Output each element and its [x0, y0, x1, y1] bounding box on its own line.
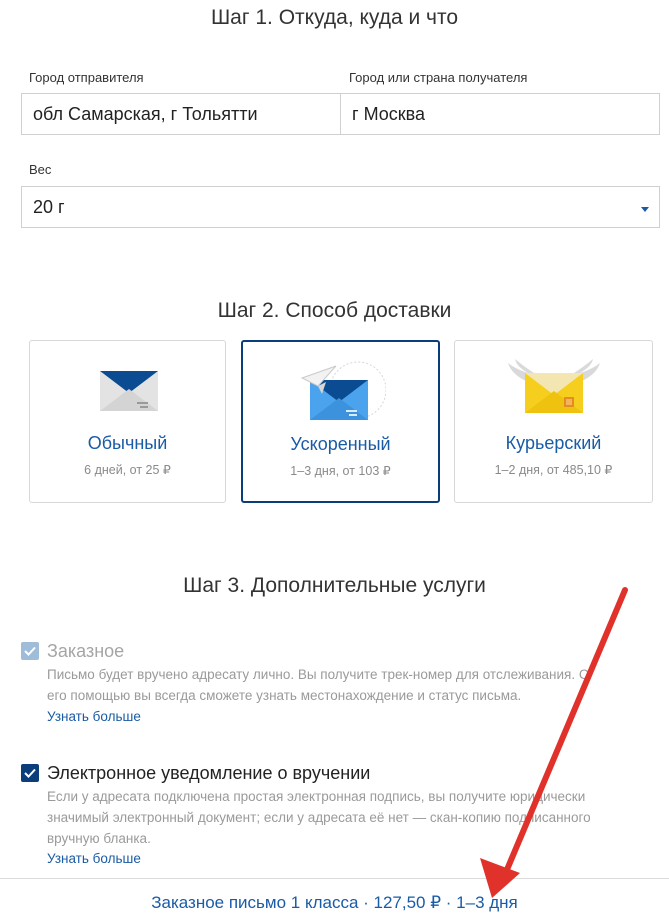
registered-checkbox[interactable] — [21, 642, 39, 660]
step1-title: Шаг 1. Откуда, куда и что — [210, 6, 459, 29]
order-summary: Заказное письмо 1 класса · 127,50 ₽ · 1–… — [151, 893, 518, 912]
delivery-option-courier[interactable]: Курьерский 1–2 дня, от 485,10 ₽ — [454, 340, 653, 503]
step2-title: Шаг 2. Способ доставки — [217, 299, 452, 322]
e-notification-description: Если у адресата подключена простая элект… — [47, 786, 662, 849]
weight-select[interactable]: 20 г — [21, 186, 660, 228]
sender-city-label: Город отправителя — [29, 70, 144, 85]
registered-description: Письмо будет вручено адресату лично. Вы … — [47, 664, 657, 706]
chevron-down-icon — [641, 207, 649, 212]
e-notification-label: Электронное уведомление о вручении — [47, 763, 371, 783]
recipient-city-input[interactable]: г Москва — [340, 93, 660, 135]
recipient-city-label: Город или страна получателя — [349, 70, 528, 85]
e-notification-description-line: значимый электронный документ; если у ад… — [47, 810, 591, 825]
registered-description-line: Письмо будет вручено адресату лично. Вы … — [47, 667, 589, 682]
delivery-option-regular[interactable]: Обычный 6 дней, от 25 ₽ — [29, 340, 226, 503]
yellow-winged-envelope-icon — [507, 359, 600, 413]
delivery-option-express-details: 1–3 дня, от 103 ₽ — [290, 464, 391, 478]
step3-title: Шаг 3. Дополнительные услуги — [183, 574, 486, 597]
check-icon — [24, 768, 36, 778]
footer-divider — [0, 878, 669, 879]
grey-envelope-icon — [99, 371, 158, 411]
registered-description-line: его помощью вы всегда сможете узнать мес… — [47, 688, 522, 703]
registered-label: Заказное — [47, 641, 125, 661]
delivery-option-regular-details: 6 дней, от 25 ₽ — [84, 463, 171, 477]
delivery-option-courier-name: Курьерский — [505, 433, 602, 453]
check-icon — [24, 646, 36, 656]
delivery-option-express-name: Ускоренный — [290, 434, 391, 454]
e-notification-checkbox[interactable] — [21, 764, 39, 782]
registered-learn-more-link[interactable]: Узнать больше — [47, 709, 141, 724]
weight-value: 20 г — [33, 196, 65, 217]
e-notification-description-line: вручную бланка. — [47, 831, 151, 846]
recipient-city-value: г Москва — [352, 103, 426, 124]
sender-city-input[interactable]: обл Самарская, г Тольятти — [21, 93, 341, 135]
e-notification-learn-more-link[interactable]: Узнать больше — [47, 851, 141, 866]
delivery-option-courier-details: 1–2 дня, от 485,10 ₽ — [494, 463, 613, 477]
blue-envelope-paper-plane-icon — [300, 361, 386, 420]
weight-label: Вес — [29, 162, 52, 177]
delivery-option-regular-name: Обычный — [87, 433, 168, 453]
e-notification-description-line: Если у адресата подключена простая элект… — [47, 789, 586, 804]
sender-city-value: обл Самарская, г Тольятти — [33, 103, 258, 124]
delivery-option-express[interactable]: Ускоренный 1–3 дня, от 103 ₽ — [241, 340, 440, 503]
